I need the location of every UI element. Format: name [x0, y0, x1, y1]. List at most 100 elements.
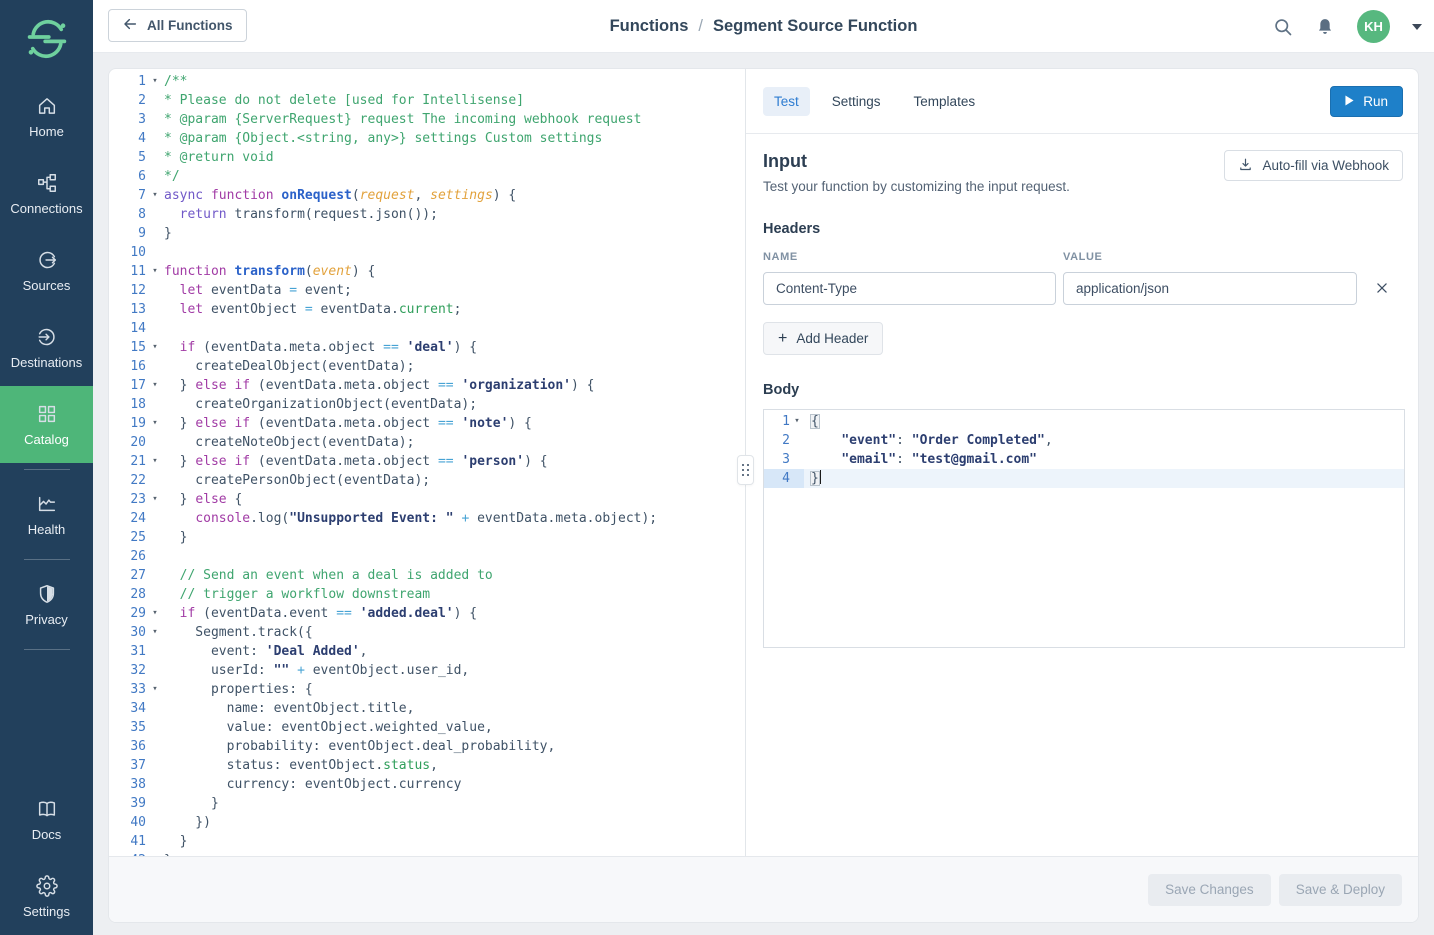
sidebar-item-connections[interactable]: Connections: [0, 155, 93, 232]
fold-arrow-icon[interactable]: ▾: [790, 412, 804, 431]
code-line: 14: [109, 319, 745, 338]
code-line: 24 console.log("Unsupported Event: " + e…: [109, 509, 745, 528]
fold-arrow-icon[interactable]: ▾: [146, 262, 164, 281]
code-line: 42}: [109, 851, 745, 856]
autofill-via-webhook-button[interactable]: Auto-fill via Webhook: [1224, 150, 1403, 181]
sidebar-item-sources[interactable]: Sources: [0, 232, 93, 309]
code-line: 4* @param {Object.<string, any>} setting…: [109, 129, 745, 148]
user-avatar[interactable]: KH: [1357, 10, 1390, 43]
fold-arrow-icon[interactable]: ▾: [146, 490, 164, 509]
back-button-label: All Functions: [147, 18, 233, 33]
add-header-button[interactable]: + Add Header: [763, 322, 883, 355]
code-line: 11▾function transform(event) {: [109, 262, 745, 281]
sidebar-item-home[interactable]: Home: [0, 78, 93, 155]
code-line: 36 probability: eventObject.deal_probabi…: [109, 737, 745, 756]
sidebar-item-catalog[interactable]: Catalog: [0, 386, 93, 463]
test-panel: TestSettingsTemplates Run Input Test you…: [746, 69, 1418, 856]
code-line: 38 currency: eventObject.currency: [109, 775, 745, 794]
sidebar-item-health[interactable]: Health: [0, 476, 93, 553]
header-rows: [763, 272, 1403, 305]
fold-arrow-icon[interactable]: ▾: [146, 623, 164, 642]
function-editor-card: 1▾/**2* Please do not delete [used for I…: [108, 68, 1419, 923]
sidebar-item-label: Docs: [32, 827, 62, 842]
fold-arrow-icon[interactable]: ▾: [146, 376, 164, 395]
sidebar: Home Connections Sources Destinations Catalo…: [0, 0, 93, 935]
header-value-input[interactable]: [1063, 272, 1357, 305]
remove-header-icon[interactable]: [1375, 281, 1391, 297]
fold-arrow-icon[interactable]: ▾: [146, 414, 164, 433]
code-line: 23▾ } else {: [109, 490, 745, 509]
run-button[interactable]: Run: [1330, 86, 1403, 117]
sidebar-item-docs[interactable]: Docs: [0, 781, 93, 858]
code-line: 30▾ Segment.track({: [109, 623, 745, 642]
test-panel-tabs: Test Settings Templates Run: [746, 69, 1418, 134]
sidebar-divider: [24, 649, 70, 650]
catalog-icon: [36, 403, 58, 425]
tab-templates[interactable]: Templates: [903, 87, 987, 116]
code-editor[interactable]: 1▾/**2* Please do not delete [used for I…: [109, 69, 745, 856]
code-line: 15▾ if (eventData.meta.object == 'deal')…: [109, 338, 745, 357]
fold-arrow-icon[interactable]: ▾: [146, 604, 164, 623]
settings-icon: [36, 875, 58, 897]
privacy-icon: [36, 583, 58, 605]
sidebar-item-destinations[interactable]: Destinations: [0, 309, 93, 386]
code-line: 4}: [764, 469, 1404, 488]
sidebar-item-label: Settings: [23, 904, 70, 919]
code-line: 25 }: [109, 528, 745, 547]
breadcrumb: Functions / Segment Source Function: [93, 0, 1434, 53]
input-section-subtitle: Test your function by customizing the in…: [763, 179, 1403, 194]
code-line: 2 "event": "Order Completed",: [764, 431, 1404, 450]
all-functions-back-button[interactable]: All Functions: [108, 9, 247, 42]
code-line: 18 createOrganizationObject(eventData);: [109, 395, 745, 414]
header-name-label: NAME: [763, 251, 1063, 263]
fold-arrow-icon[interactable]: ▾: [146, 186, 164, 205]
breadcrumb-parent[interactable]: Functions: [610, 17, 689, 36]
account-menu-caret-icon[interactable]: [1412, 24, 1422, 30]
destinations-icon: [36, 326, 58, 348]
header-row: [763, 272, 1403, 305]
code-line: 26: [109, 547, 745, 566]
sidebar-item-label: Connections: [10, 201, 82, 216]
code-line: 31 event: 'Deal Added',: [109, 642, 745, 661]
code-line: 1▾{: [764, 412, 1404, 431]
code-line: 35 value: eventObject.weighted_value,: [109, 718, 745, 737]
code-line: 1▾/**: [109, 72, 745, 91]
fold-arrow-icon[interactable]: ▾: [146, 338, 164, 357]
body-json-editor[interactable]: 1▾{2 "event": "Order Completed",3 "email…: [763, 409, 1405, 648]
tab-test[interactable]: Test: [763, 87, 810, 116]
save-deploy-button[interactable]: Save & Deploy: [1279, 874, 1402, 906]
code-line: 28 // trigger a workflow downstream: [109, 585, 745, 604]
code-line: 37 status: eventObject.status,: [109, 756, 745, 775]
segment-logo[interactable]: [0, 0, 93, 78]
save-changes-button[interactable]: Save Changes: [1148, 874, 1271, 906]
code-line: 22 createPersonObject(eventData);: [109, 471, 745, 490]
code-line: 6*/: [109, 167, 745, 186]
add-header-label: Add Header: [796, 331, 868, 346]
body-section-title: Body: [763, 382, 1403, 398]
code-line: 27 // Send an event when a deal is added…: [109, 566, 745, 585]
fold-arrow-icon[interactable]: ▾: [146, 452, 164, 471]
search-icon[interactable]: [1273, 17, 1293, 37]
text-cursor: [820, 470, 822, 484]
play-icon: [1345, 94, 1354, 109]
fold-arrow-icon[interactable]: ▾: [146, 680, 164, 699]
code-line: 2* Please do not delete [used for Intell…: [109, 91, 745, 110]
headers-section-title: Headers: [763, 221, 1403, 237]
notifications-bell-icon[interactable]: [1315, 17, 1335, 37]
sidebar-divider: [24, 469, 70, 470]
sidebar-item-privacy[interactable]: Privacy: [0, 566, 93, 643]
header-name-input[interactable]: [763, 272, 1056, 305]
sidebar-divider: [24, 559, 70, 560]
code-line: 34 name: eventObject.title,: [109, 699, 745, 718]
tab-settings[interactable]: Settings: [821, 87, 892, 116]
breadcrumb-current: Segment Source Function: [713, 17, 917, 36]
code-line: 17▾ } else if (eventData.meta.object == …: [109, 376, 745, 395]
code-line: 3* @param {ServerRequest} request The in…: [109, 110, 745, 129]
sidebar-item-label: Home: [29, 124, 64, 139]
sidebar-item-label: Destinations: [11, 355, 83, 370]
code-line: 29▾ if (eventData.event == 'added.deal')…: [109, 604, 745, 623]
sidebar-item-settings[interactable]: Settings: [0, 858, 93, 935]
sources-icon: [36, 249, 58, 271]
code-line: 10: [109, 243, 745, 262]
fold-arrow-icon[interactable]: ▾: [146, 72, 164, 91]
